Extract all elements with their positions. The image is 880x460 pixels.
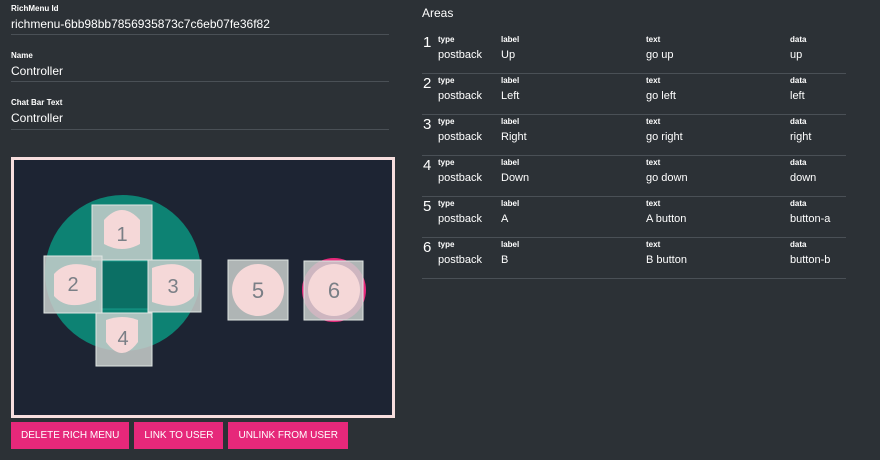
area-row[interactable]: 6 type postback label B text B button data b…	[422, 237, 846, 279]
area-6-region[interactable]: 6	[302, 258, 366, 322]
type-header: type	[438, 240, 455, 249]
type-value: postback	[438, 213, 483, 225]
label-value: B	[501, 254, 509, 266]
text-header: text	[646, 199, 661, 208]
area-number: 1	[423, 34, 432, 51]
area-number: 3	[423, 116, 432, 133]
type-header: type	[438, 199, 455, 208]
data-value: left	[790, 90, 805, 102]
type-header: type	[438, 76, 455, 85]
area-row[interactable]: 2 type postback label Left text go left dat…	[422, 73, 846, 115]
label-header: label	[501, 117, 520, 126]
area-row[interactable]: 3 type postback label Right text go right d…	[422, 114, 846, 156]
delete-rich-menu-button[interactable]: DELETE RICH MENU	[11, 422, 130, 449]
type-value: postback	[438, 254, 483, 266]
area-5-region[interactable]: 5	[227, 259, 289, 321]
text-value: go down	[646, 172, 688, 184]
area-number: 6	[423, 239, 432, 256]
area-1-number: 1	[116, 224, 127, 246]
name-value: Controller	[11, 64, 64, 78]
label-value: Right	[501, 131, 527, 143]
area-1-region[interactable]: 1	[91, 204, 153, 261]
text-value: go left	[646, 90, 676, 102]
area-5-number: 5	[252, 278, 264, 303]
areas-title: Areas	[422, 6, 454, 20]
label-value: Left	[501, 90, 520, 102]
text-header: text	[646, 117, 661, 126]
type-header: type	[438, 117, 455, 126]
type-header: type	[438, 35, 455, 44]
text-value: go up	[646, 49, 674, 61]
area-3-region[interactable]: 3	[147, 259, 202, 313]
text-header: text	[646, 76, 661, 85]
data-value: up	[790, 49, 803, 61]
area-row[interactable]: 5 type postback label A text A button data b…	[422, 196, 846, 238]
area-number: 2	[423, 75, 432, 92]
data-header: data	[790, 158, 807, 167]
text-header: text	[646, 158, 661, 167]
data-header: data	[790, 76, 807, 85]
type-value: postback	[438, 49, 483, 61]
text-value: go right	[646, 131, 683, 143]
data-header: data	[790, 199, 807, 208]
data-header: data	[790, 240, 807, 249]
label-header: label	[501, 240, 520, 249]
label-value: Up	[501, 49, 516, 61]
data-header: data	[790, 117, 807, 126]
area-3-number: 3	[167, 276, 178, 298]
type-value: postback	[438, 131, 483, 143]
richmenu-details: RichMenu Id richmenu-6bb98bb7856935873c7…	[11, 0, 389, 130]
name-label: Name	[11, 51, 33, 60]
text-header: text	[646, 35, 661, 44]
label-value: A	[501, 213, 509, 225]
richmenu-id-value: richmenu-6bb98bb7856935873c7c6eb07fe36f8…	[11, 17, 270, 31]
data-value: down	[790, 172, 817, 184]
area-6-number: 6	[328, 278, 340, 303]
label-header: label	[501, 35, 520, 44]
text-value: B button	[646, 254, 687, 266]
controller-graphic: 1 2 3 4 5 6	[43, 195, 366, 367]
label-header: label	[501, 199, 520, 208]
data-value: button-a	[790, 213, 831, 225]
richmenu-id-field: RichMenu Id richmenu-6bb98bb7856935873c7…	[11, 0, 389, 35]
action-buttons: DELETE RICH MENU LINK TO USER UNLINK FRO…	[11, 422, 348, 449]
type-value: postback	[438, 90, 483, 102]
area-4-region[interactable]: 4	[95, 312, 153, 367]
dpad-center	[99, 260, 149, 310]
chatbar-value: Controller	[11, 111, 64, 125]
area-2-region[interactable]: 2	[43, 255, 103, 314]
data-value: button-b	[790, 254, 831, 266]
text-header: text	[646, 240, 661, 249]
type-header: type	[438, 158, 455, 167]
richmenu-id-label: RichMenu Id	[11, 4, 59, 13]
data-header: data	[790, 35, 807, 44]
label-value: Down	[501, 172, 530, 184]
area-number: 4	[423, 157, 432, 174]
text-value: A button	[646, 213, 687, 225]
unlink-from-user-button[interactable]: UNLINK FROM USER	[228, 422, 348, 449]
area-row[interactable]: 1 type postback label Up text go up data up	[422, 32, 846, 74]
label-header: label	[501, 76, 520, 85]
type-value: postback	[438, 172, 483, 184]
richmenu-preview-image: 1 2 3 4 5 6	[14, 160, 392, 415]
area-4-number: 4	[117, 328, 128, 350]
label-header: label	[501, 158, 520, 167]
richmenu-preview-frame: 1 2 3 4 5 6	[11, 157, 395, 418]
chatbar-field: Chat Bar Text Controller	[11, 94, 389, 130]
link-to-user-button[interactable]: LINK TO USER	[134, 422, 224, 449]
name-field: Name Controller	[11, 47, 389, 82]
area-row[interactable]: 4 type postback label Down text go down dat…	[422, 155, 846, 197]
data-value: right	[790, 131, 812, 143]
area-2-number: 2	[67, 274, 78, 296]
chatbar-label: Chat Bar Text	[11, 98, 63, 107]
area-number: 5	[423, 198, 432, 215]
